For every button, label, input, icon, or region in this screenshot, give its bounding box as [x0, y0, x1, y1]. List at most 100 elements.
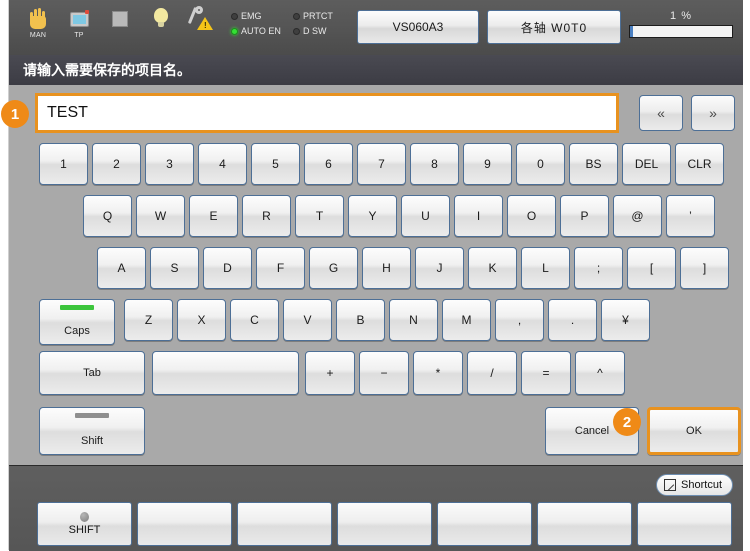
key-r[interactable]: R [242, 195, 291, 237]
key-a[interactable]: A [97, 247, 146, 289]
key-2-label: 2 [113, 157, 120, 171]
key-tab[interactable]: Tab [39, 351, 145, 395]
function-key-1[interactable]: SHIFT [37, 502, 132, 546]
key-space[interactable] [152, 351, 299, 395]
key-i[interactable]: I [454, 195, 503, 237]
key-8[interactable]: 8 [410, 143, 459, 185]
speed-indicator[interactable]: 1 % [629, 10, 733, 44]
axis-position-button[interactable]: 各轴 W0T0 [487, 10, 621, 44]
key-y[interactable]: Y [348, 195, 397, 237]
footer-bar: Shortcut SHIFT [9, 465, 743, 551]
key-h-label: H [382, 261, 391, 275]
key-0[interactable]: 0 [516, 143, 565, 185]
key-z[interactable]: Z [124, 299, 173, 341]
key-comma-label: , [517, 313, 522, 327]
key-l[interactable]: L [521, 247, 570, 289]
key-6[interactable]: 6 [304, 143, 353, 185]
key-u[interactable]: U [401, 195, 450, 237]
key-p-label: P [580, 209, 589, 223]
key-f[interactable]: F [256, 247, 305, 289]
key-equals[interactable]: = [521, 351, 571, 395]
key-d[interactable]: D [203, 247, 252, 289]
function-key-4[interactable] [337, 502, 432, 546]
key-w-label: W [154, 209, 167, 223]
key-shift[interactable]: Shift [39, 407, 145, 455]
key-period[interactable]: . [548, 299, 597, 341]
key-p[interactable]: P [560, 195, 609, 237]
shortcut-button[interactable]: Shortcut [656, 474, 733, 496]
ok-button[interactable]: OK [647, 407, 741, 455]
auto-en-label: AUTO EN [241, 26, 281, 36]
previous-button[interactable]: « [639, 95, 683, 131]
page-title: 请输入需要保存的项目名。 [23, 62, 191, 78]
key-del[interactable]: DEL [622, 143, 671, 185]
key-b[interactable]: B [336, 299, 385, 341]
annotation-badge-2: 2 [613, 408, 641, 436]
status-led-group: EMG PRTCT AUTO EN D SW [231, 11, 349, 41]
key-o[interactable]: O [507, 195, 556, 237]
function-key-6[interactable] [537, 502, 632, 546]
key-at-label: @ [631, 209, 644, 223]
key-4[interactable]: 4 [198, 143, 247, 185]
key-caps[interactable]: Caps [39, 299, 115, 345]
key-9[interactable]: 9 [463, 143, 512, 185]
key-3[interactable]: 3 [145, 143, 194, 185]
key-s[interactable]: S [150, 247, 199, 289]
key-asterisk[interactable]: * [413, 351, 463, 395]
device-screen: MAN TP ! E M G PRTCT AUTO EN D SW VS060A3 … [1, 0, 743, 551]
key-minus[interactable]: − [359, 351, 409, 395]
key-clr[interactable]: CLR [675, 143, 724, 185]
key-5[interactable]: 5 [251, 143, 300, 185]
robot-model-button[interactable]: VS060A3 [357, 10, 479, 44]
key-r-label: R [262, 209, 271, 223]
key-shift-led-icon [75, 413, 109, 418]
key-bracket-right[interactable]: ] [680, 247, 729, 289]
key-t[interactable]: T [295, 195, 344, 237]
key-n[interactable]: N [389, 299, 438, 341]
key-at[interactable]: @ [613, 195, 662, 237]
function-key-1-led-icon [80, 512, 89, 522]
key-semicolon[interactable]: ; [574, 247, 623, 289]
key-g[interactable]: G [309, 247, 358, 289]
key-j[interactable]: J [415, 247, 464, 289]
function-key-5[interactable] [437, 502, 532, 546]
key-caret[interactable]: ^ [575, 351, 625, 395]
key-e[interactable]: E [189, 195, 238, 237]
key-m[interactable]: M [442, 299, 491, 341]
function-key-3[interactable] [237, 502, 332, 546]
key-a-label: A [117, 261, 126, 275]
key-c[interactable]: C [230, 299, 279, 341]
key-w[interactable]: W [136, 195, 185, 237]
key-bs[interactable]: BS [569, 143, 618, 185]
key-k[interactable]: K [468, 247, 517, 289]
key-comma[interactable]: , [495, 299, 544, 341]
key-slash[interactable]: / [467, 351, 517, 395]
key-6-label: 6 [325, 157, 332, 171]
key-1[interactable]: 1 [39, 143, 88, 185]
key-v[interactable]: V [283, 299, 332, 341]
header-icon-group: MAN TP ! [23, 4, 217, 50]
stop-square-icon [105, 4, 135, 50]
key-s-label: S [170, 261, 179, 275]
key-5-label: 5 [272, 157, 279, 171]
project-name-input[interactable]: TEST [35, 93, 619, 133]
key-x[interactable]: X [177, 299, 226, 341]
key-2[interactable]: 2 [92, 143, 141, 185]
maintenance-warning-icon: ! [187, 4, 217, 50]
ok-button-label: OK [686, 425, 702, 437]
key-h[interactable]: H [362, 247, 411, 289]
key-plus[interactable]: + [305, 351, 355, 395]
dialog-title-bar: 请输入需要保存的项目名。 [9, 55, 743, 86]
key-yen[interactable]: ¥ [601, 299, 650, 341]
key-q[interactable]: Q [83, 195, 132, 237]
key-m-label: M [461, 313, 472, 327]
prtct-led-icon [293, 12, 300, 20]
next-button[interactable]: » [691, 95, 735, 131]
key-bracket-left[interactable]: [ [627, 247, 676, 289]
function-key-7[interactable] [637, 502, 732, 546]
function-key-1-label: SHIFT [68, 524, 101, 536]
key-apostrophe[interactable]: ’ [666, 195, 715, 237]
key-shift-label: Shift [80, 435, 103, 447]
key-7[interactable]: 7 [357, 143, 406, 185]
function-key-2[interactable] [137, 502, 232, 546]
